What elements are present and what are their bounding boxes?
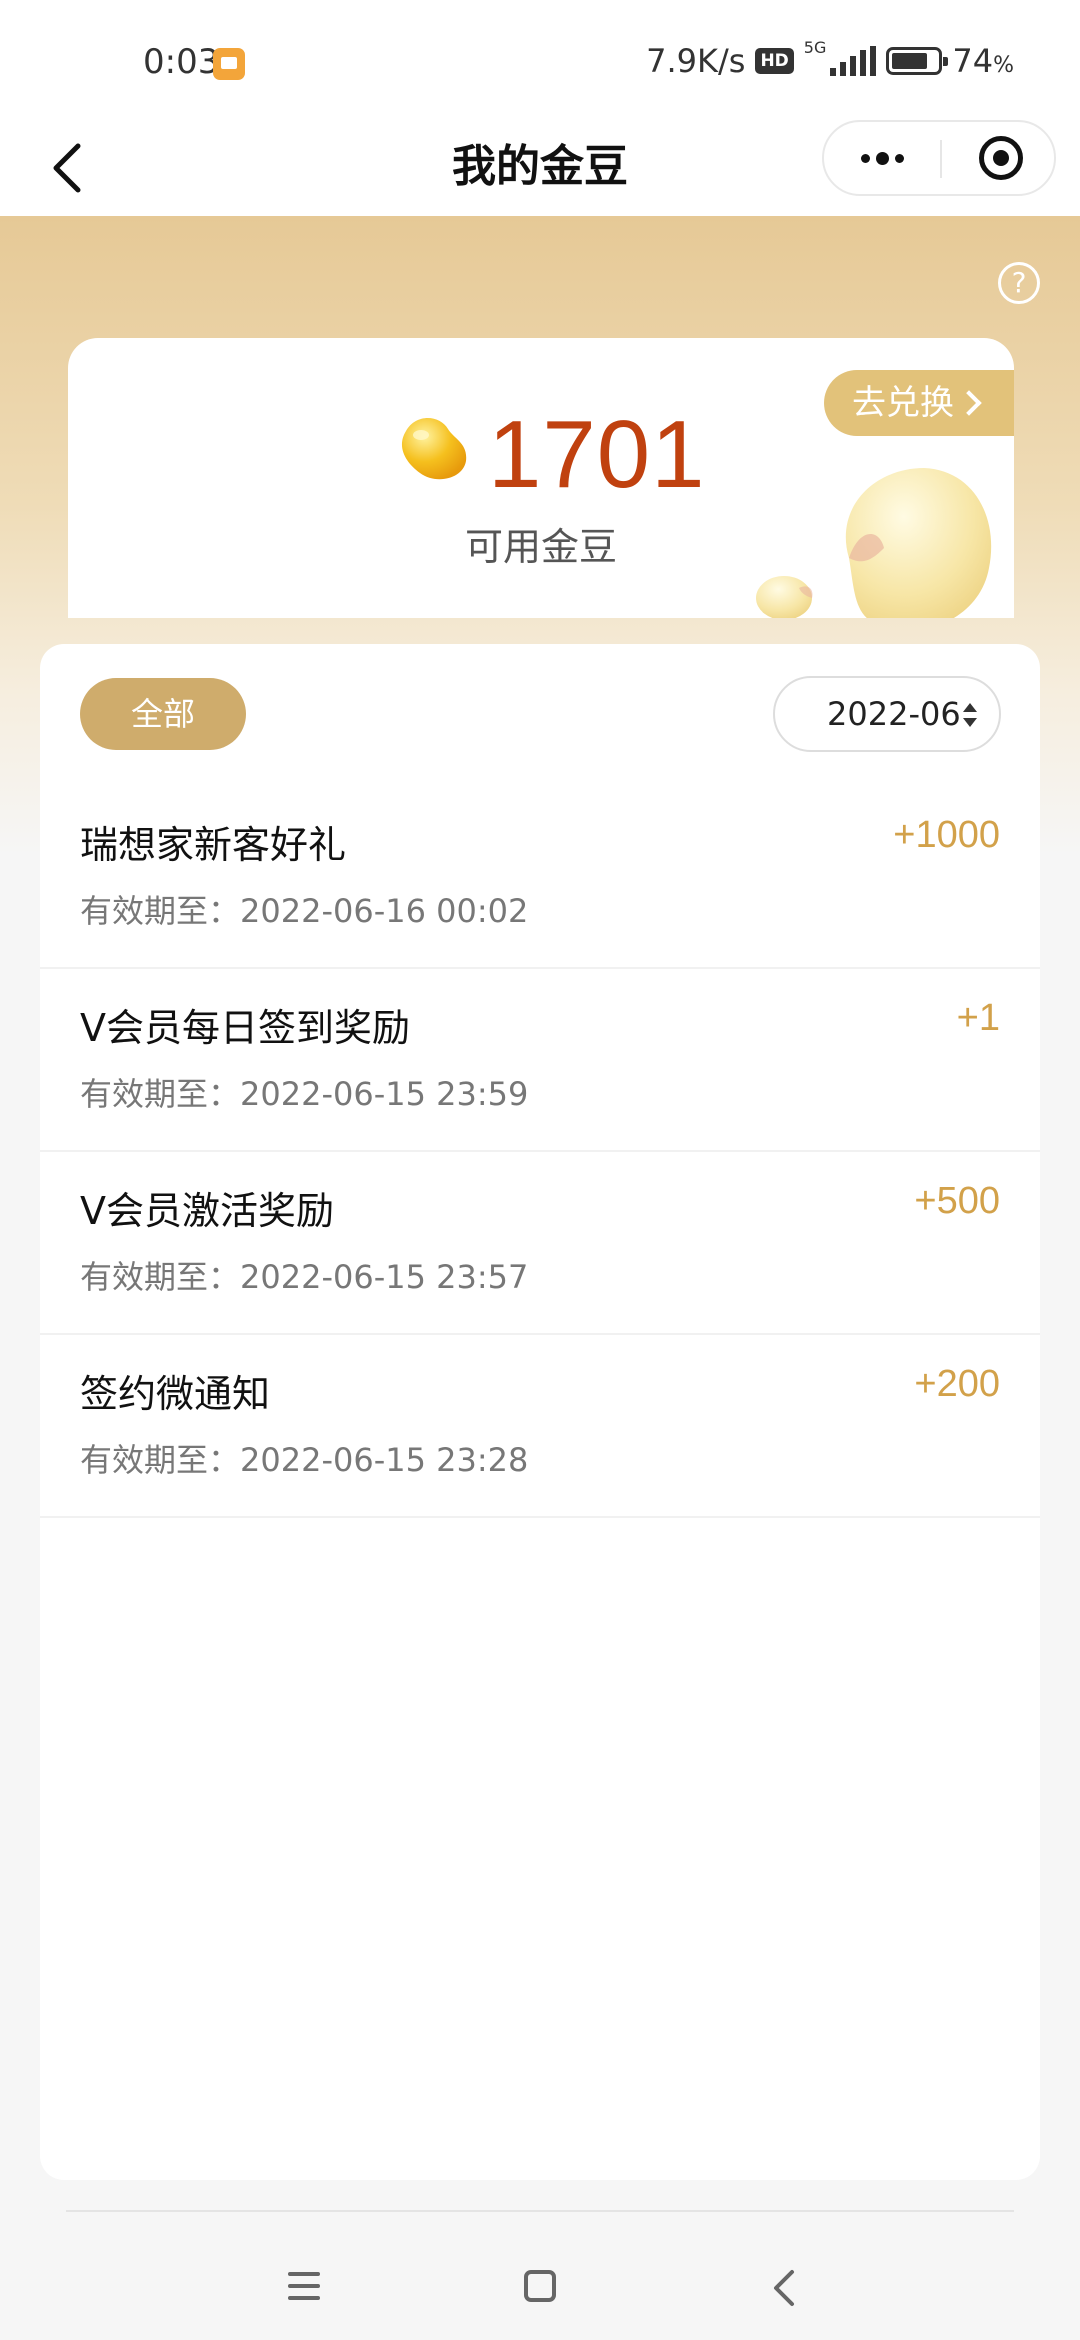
balance-card: 1701 可用金豆 去兑换 [68, 338, 1014, 618]
month-picker[interactable]: 2022-06 [773, 676, 1001, 752]
record-expiry: 有效期至：2022-06-15 23:28 [80, 1441, 529, 1479]
record-title: 签约微通知 [80, 1372, 271, 1416]
list-item[interactable]: 瑞想家新客好礼 有效期至：2022-06-16 00:02 +1000 [40, 786, 1040, 969]
record-title: V会员激活奖励 [80, 1189, 334, 1233]
hd-icon: HD [755, 48, 794, 74]
filter-all-button[interactable]: 全部 [80, 678, 246, 750]
record-amount: +1 [956, 997, 1000, 1039]
record-amount: +500 [914, 1180, 1000, 1222]
record-expiry: 有效期至：2022-06-15 23:57 [80, 1258, 529, 1296]
gold-bean-icon [401, 418, 467, 480]
menu-icon[interactable] [288, 2272, 320, 2300]
record-expiry: 有效期至：2022-06-16 00:02 [80, 892, 529, 930]
back-icon[interactable] [770, 2268, 800, 2308]
capsule-divider [940, 140, 942, 178]
record-title: 瑞想家新客好礼 [80, 823, 347, 867]
status-indicators: 7.9K/s HD 5G 74% [646, 38, 1014, 81]
help-icon[interactable]: ? [998, 262, 1040, 304]
record-amount: +1000 [893, 814, 1000, 856]
month-value: 2022-06 [827, 695, 961, 733]
miniprogram-capsule [822, 120, 1056, 196]
more-button[interactable] [824, 122, 940, 194]
status-time: 0:03 [143, 42, 220, 82]
network-type: 5G [803, 37, 827, 57]
chevron-right-icon [956, 390, 982, 416]
status-bar: 0:03 7.9K/s HD 5G 74% [0, 0, 1080, 120]
notification-icon [213, 48, 245, 80]
signal-icon [830, 46, 877, 76]
network-speed: 7.9K/s [646, 42, 746, 80]
battery-icon [886, 47, 949, 75]
battery-level: 74% [952, 42, 1014, 80]
more-dots-icon [860, 153, 870, 163]
close-miniprogram-button[interactable] [979, 136, 1023, 180]
home-icon[interactable] [524, 2270, 556, 2302]
record-expiry: 有效期至：2022-06-15 23:59 [80, 1075, 529, 1113]
system-navigation-bar [0, 2212, 1080, 2340]
navigation-bar: 我的金豆 [0, 120, 1080, 216]
record-amount: +200 [914, 1363, 1000, 1405]
list-item[interactable]: 签约微通知 有效期至：2022-06-15 23:28 +200 [40, 1335, 1040, 1518]
list-item[interactable]: V会员每日签到奖励 有效期至：2022-06-15 23:59 +1 [40, 969, 1040, 1152]
record-title: V会员每日签到奖励 [80, 1006, 410, 1050]
sort-arrows-icon [963, 703, 977, 727]
records-list: 瑞想家新客好礼 有效期至：2022-06-16 00:02 +1000 V会员每… [40, 786, 1040, 1518]
exchange-label: 去兑换 [852, 383, 954, 423]
balance-value: 1701 [488, 401, 706, 508]
bean-decoration-image [756, 468, 992, 618]
exchange-button[interactable]: 去兑换 [824, 370, 1014, 436]
list-item[interactable]: V会员激活奖励 有效期至：2022-06-15 23:57 +500 [40, 1152, 1040, 1335]
records-panel: 全部 2022-06 瑞想家新客好礼 有效期至：2022-06-16 00:02… [40, 644, 1040, 2180]
